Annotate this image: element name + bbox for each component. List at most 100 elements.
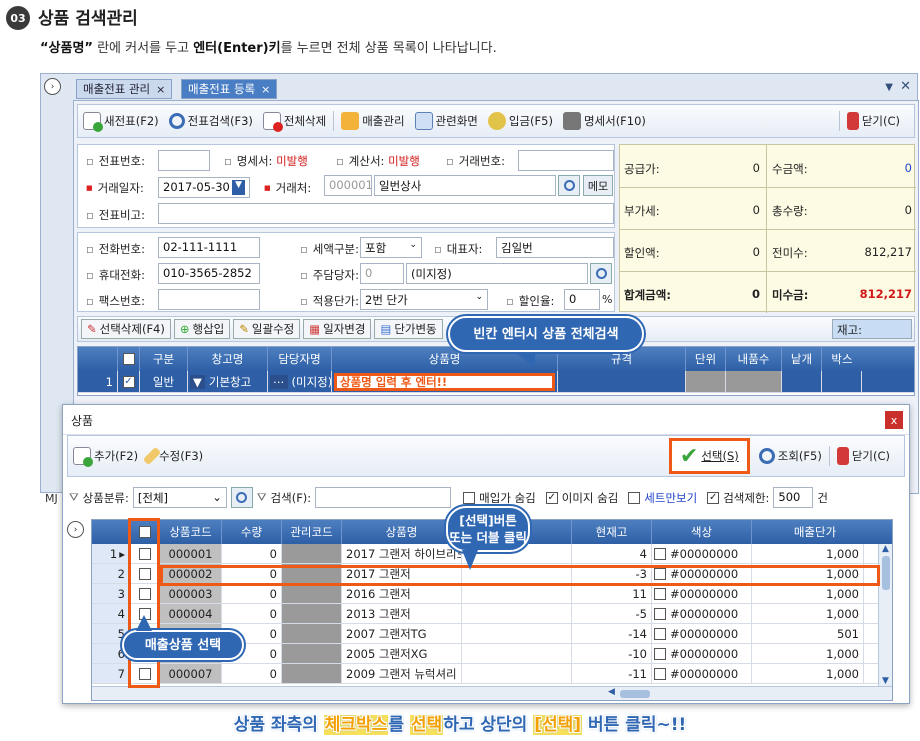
slip-no-label: 전표번호: (86, 153, 145, 169)
trade-no-label: 거래번호: (446, 153, 505, 169)
fax-label: 팩스번호: (86, 293, 145, 309)
tax-type-label: 세액구분: (300, 241, 359, 257)
sales-price: 1,000 (752, 664, 864, 683)
receive-value: 0 (904, 161, 912, 175)
horizontal-scrollbar[interactable]: ◀ (92, 686, 892, 700)
price-change-button[interactable]: ▤ 단가변동 (374, 319, 443, 339)
export-icon (341, 112, 360, 130)
selected-delete-button[interactable]: ✎ 선택삭제(F4) (81, 319, 171, 339)
manager-name-field[interactable]: (미지정) (406, 263, 588, 284)
client-name-field[interactable]: 일번상사 (374, 175, 556, 196)
close-button[interactable]: 닫기(C) (842, 105, 914, 137)
related-screen-button[interactable]: 관련화면 (410, 105, 483, 137)
category-search-button[interactable] (230, 487, 253, 508)
statement-label: 명세서: 미발행 (224, 153, 308, 169)
calendar-dropdown-icon: ▼ (232, 180, 245, 195)
product-name: 2017 그랜저 하이브리드 (342, 544, 462, 563)
color: #00000000 (652, 604, 752, 623)
product-name: 2005 그랜저XG (342, 644, 462, 663)
dialog-close-icon[interactable]: x (885, 411, 903, 429)
slip-info-panel: 전표번호: 명세서: 미발행 계산서: 미발행 거래번호: 거래일자: 2017… (77, 144, 615, 228)
mgmt-code (282, 584, 342, 603)
hide-purchase-checkbox[interactable] (463, 491, 476, 504)
date-change-button[interactable]: ▦ 일자변경 (303, 319, 372, 339)
client-label: 거래처: (264, 180, 312, 196)
mgmt-code (282, 644, 342, 663)
printer-icon (562, 112, 581, 130)
dialog-close-button[interactable]: 닫기(C) (832, 436, 904, 476)
category-select[interactable]: [전체] ⌄ (132, 487, 227, 508)
phone-field[interactable]: 02-111-1111 (158, 237, 260, 258)
table-row[interactable]: 3 000003 0 2016 그랜저 11 #00000000 1,000 (92, 584, 892, 604)
row-checkbox[interactable]: ✓ (122, 375, 135, 388)
vertical-scrollbar[interactable]: ▲ ▼ (878, 544, 892, 686)
statement-button[interactable]: 명세서(F10) (558, 105, 651, 137)
remark-field[interactable] (158, 203, 614, 224)
discount-field[interactable]: 0 (564, 289, 600, 310)
table-row[interactable]: 4 000004 0 2013 그랜저 -5 #00000000 1,000 (92, 604, 892, 624)
add-button[interactable]: 추가(F2) (68, 436, 143, 476)
select-button[interactable]: ✔ 선택(S) (668, 438, 750, 474)
close-icon: × (156, 82, 166, 96)
search-slip-button[interactable]: 전표검색(F3) (164, 105, 258, 137)
more-icon[interactable]: ⋯ (270, 374, 288, 389)
search-input[interactable] (315, 487, 452, 508)
price-apply-select[interactable]: 2번 단가 ⌄ (360, 289, 488, 310)
discount-label: 할인율: (506, 293, 555, 309)
mobile-label: 휴대전화: (86, 267, 145, 283)
window-close-icon[interactable]: ✕ (900, 79, 911, 94)
ceo-field[interactable]: 김일번 (496, 237, 614, 258)
tab-sales-slip-mgmt[interactable]: 매출전표 관리 × (76, 79, 173, 99)
slip-no-field[interactable] (158, 150, 210, 171)
mobile-field[interactable]: 010-3565-2852 (158, 263, 260, 284)
tab-sales-slip-register[interactable]: 매출전표 등록 × (181, 79, 278, 99)
manager-search-button[interactable] (590, 263, 612, 284)
product-code: 000001 (160, 544, 222, 563)
invoice-label: 계산서: 미발행 (336, 153, 420, 169)
edit-button[interactable]: 수정(F3) (142, 436, 208, 476)
trade-no-field[interactable] (518, 150, 614, 171)
col-warehouse: 창고명 (188, 347, 268, 371)
dropdown-arrow-icon[interactable]: ▼ (885, 82, 893, 93)
row-number: 1 ▸ (92, 544, 130, 563)
trade-date-field[interactable]: 2017-05-30 ▼ (158, 177, 250, 198)
new-slip-button[interactable]: 새전표(F2) (78, 105, 164, 137)
insert-row-button[interactable]: ⊕ 행삽입 (173, 319, 231, 339)
mgmt-code (282, 604, 342, 623)
color-swatch (654, 607, 666, 620)
sales-price: 1,000 (752, 544, 864, 563)
phone-label: 전화번호: (86, 241, 145, 257)
spec (462, 664, 572, 683)
deposit-button[interactable]: 입금(F5) (483, 105, 558, 137)
header-checkbox[interactable] (122, 353, 135, 365)
supply-label: 공급가: (624, 162, 660, 176)
set-only-checkbox[interactable] (628, 491, 641, 504)
sales-mgmt-button[interactable]: 매출관리 (336, 105, 409, 137)
lookup-button[interactable]: 조회(F5) (754, 436, 827, 476)
search-limit-input[interactable]: 500 (773, 487, 814, 508)
collapse-icon[interactable]: › (67, 521, 84, 538)
search-label: 검색(F): (270, 490, 312, 505)
row-type: 일반 (140, 371, 188, 392)
manager-code-field[interactable]: 0 (360, 263, 404, 284)
delete-all-button[interactable]: 전체삭제 (258, 105, 331, 137)
client-search-button[interactable] (558, 175, 580, 196)
dropdown-icon[interactable]: ▼ (190, 374, 205, 389)
col-type: 구분 (140, 347, 188, 371)
hide-image-checkbox[interactable]: ✓ (545, 491, 558, 504)
client-info-panel: 전화번호: 02-111-1111 세액구분: 포함⌄ 대표자: 김일번 휴대전… (77, 232, 615, 312)
search-limit-checkbox[interactable]: ✓ (707, 491, 720, 504)
memo-button[interactable]: 메모 (583, 175, 613, 196)
table-icon: ▤ (380, 322, 392, 336)
collapse-icon[interactable]: › (44, 78, 61, 95)
price-apply-label: 적용단가: (300, 293, 359, 309)
client-code-field[interactable]: 000001 (324, 175, 372, 196)
sales-price: 501 (752, 624, 864, 643)
bulk-edit-button[interactable]: ✎ 일괄수정 (233, 319, 301, 339)
tax-type-select[interactable]: 포함 ⌄ (360, 237, 422, 258)
product-input[interactable]: 상품명 입력 후 엔터!! (334, 372, 555, 391)
quantity: 0 (222, 604, 282, 623)
table-row[interactable]: 1 ✓ 일반 ▼ 기본창고 ⋯ (미지정) 상품명 입력 후 엔터!! (78, 371, 914, 393)
fax-field[interactable] (158, 289, 260, 310)
table-row[interactable]: 7 000007 0 2009 그랜저 뉴럭셔리 -11 #00000000 1,000 (92, 664, 892, 684)
